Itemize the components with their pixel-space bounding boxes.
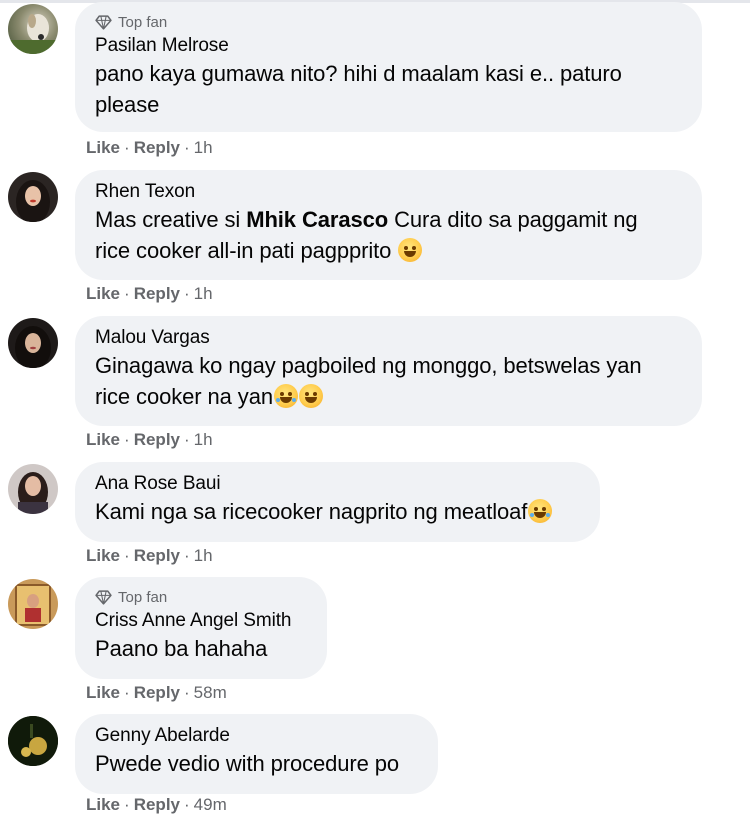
comment-bubble: Ana Rose Baui Kami nga sa ricecooker nag…	[75, 462, 600, 542]
reply-button[interactable]: Reply	[134, 430, 180, 450]
comment-author[interactable]: Ana Rose Baui	[95, 472, 580, 496]
diamond-icon	[95, 14, 112, 30]
like-button[interactable]: Like	[86, 546, 120, 566]
comment-text-line: rice cooker na yan	[95, 381, 682, 412]
avatar[interactable]	[8, 716, 58, 766]
comment-text-line: Mas creative si Mhik Carasco Cura dito s…	[95, 204, 682, 235]
comment-text-line: please	[95, 92, 160, 117]
avatar-person-image	[15, 584, 51, 626]
mention-link[interactable]: Mhik Carasco	[246, 207, 388, 232]
separator: ·	[184, 546, 190, 565]
comment-text: Paano ba hahaha	[95, 633, 307, 664]
comment-author[interactable]: Rhen Texon	[95, 180, 682, 204]
reply-button[interactable]: Reply	[134, 138, 180, 158]
avatar-photo-image	[8, 716, 58, 766]
comment-text: pano kaya gumawa nito? hihi d maalam kas…	[95, 58, 682, 120]
comment-actions: Like · Reply · 1h	[86, 284, 213, 304]
grinning-face-emoji	[298, 384, 323, 408]
comment-timestamp[interactable]: 1h	[194, 546, 213, 566]
reply-button[interactable]: Reply	[134, 683, 180, 703]
comment-text-line: Pwede vedio with procedure po	[95, 751, 400, 776]
comment-actions: Like · Reply · 49m	[86, 795, 227, 815]
comment-text-line: rice cooker all-in pati pagpprito	[95, 235, 682, 266]
diamond-icon	[95, 589, 112, 605]
like-button[interactable]: Like	[86, 795, 120, 815]
comment-text: Pwede vedio with procedure po	[95, 748, 418, 779]
tears-of-joy-emoji	[273, 384, 298, 408]
comment-text: Kami nga sa ricecooker nagprito ng meatl…	[95, 496, 580, 527]
separator: ·	[124, 430, 130, 449]
separator: ·	[124, 683, 130, 702]
comment-bubble: Genny Abelarde Pwede vedio with procedur…	[75, 714, 438, 794]
comment-author[interactable]: Malou Vargas	[95, 326, 682, 350]
separator: ·	[184, 430, 190, 449]
comment-timestamp[interactable]: 58m	[194, 683, 227, 703]
comment-text-part: rice cooker na yan	[95, 384, 273, 409]
comment-timestamp[interactable]: 1h	[194, 430, 213, 450]
avatar-person-image	[15, 326, 51, 368]
comment-actions: Like · Reply · 1h	[86, 430, 213, 450]
separator: ·	[124, 138, 130, 157]
avatar[interactable]	[8, 172, 58, 222]
like-button[interactable]: Like	[86, 284, 120, 304]
comment-timestamp[interactable]: 1h	[194, 138, 213, 158]
comment-actions: Like · Reply · 58m	[86, 683, 227, 703]
comment-bubble: Rhen Texon Mas creative si Mhik Carasco …	[75, 170, 702, 280]
comment-bubble: Malou Vargas Ginagawa ko ngay pagboiled …	[75, 316, 702, 426]
comment-text-line: Kami nga sa ricecooker nagprito ng meatl…	[95, 496, 580, 527]
comment-timestamp[interactable]: 1h	[194, 284, 213, 304]
avatar[interactable]	[8, 464, 58, 514]
separator: ·	[124, 546, 130, 565]
like-button[interactable]: Like	[86, 138, 120, 158]
like-button[interactable]: Like	[86, 430, 120, 450]
comment-author[interactable]: Pasilan Melrose	[95, 34, 682, 58]
badge-label: Top fan	[118, 588, 168, 606]
comment-author[interactable]: Genny Abelarde	[95, 724, 418, 748]
comment-bubble: Top fan Criss Anne Angel Smith Paano ba …	[75, 577, 327, 679]
comment-author[interactable]: Criss Anne Angel Smith	[95, 609, 307, 633]
comment-actions: Like · Reply · 1h	[86, 546, 213, 566]
comment-timestamp[interactable]: 49m	[194, 795, 227, 815]
avatar[interactable]	[8, 4, 58, 54]
comment-actions: Like · Reply · 1h	[86, 138, 213, 158]
avatar[interactable]	[8, 318, 58, 368]
reply-button[interactable]: Reply	[134, 546, 180, 566]
avatar-dog-image	[8, 14, 58, 54]
comment-text-part: Kami nga sa ricecooker nagprito ng meatl…	[95, 499, 528, 524]
top-fan-badge: Top fan	[95, 12, 682, 32]
tears-of-joy-emoji	[528, 499, 553, 523]
top-fan-badge: Top fan	[95, 587, 307, 607]
comment-text-part: Mas creative si	[95, 207, 247, 232]
reply-button[interactable]: Reply	[134, 284, 180, 304]
badge-label: Top fan	[118, 13, 168, 31]
comment-text-part: rice cooker all-in pati pagpprito	[95, 238, 398, 263]
avatar-person-image	[18, 472, 48, 514]
comment-text-line: Paano ba hahaha	[95, 636, 268, 661]
comment-text-line: Ginagawa ko ngay pagboiled ng monggo, be…	[95, 353, 642, 378]
comment-bubble: Top fan Pasilan Melrose pano kaya gumawa…	[75, 2, 702, 132]
hugging-face-emoji	[398, 238, 423, 262]
comment-text-line: pano kaya gumawa nito? hihi d maalam kas…	[95, 61, 622, 86]
comment-text: Mas creative si Mhik Carasco Cura dito s…	[95, 204, 682, 266]
separator: ·	[124, 795, 130, 814]
like-button[interactable]: Like	[86, 683, 120, 703]
separator: ·	[184, 683, 190, 702]
separator: ·	[184, 138, 190, 157]
comment-text-part: Cura dito sa paggamit ng	[388, 207, 638, 232]
comment-text: Ginagawa ko ngay pagboiled ng monggo, be…	[95, 350, 682, 412]
separator: ·	[184, 284, 190, 303]
reply-button[interactable]: Reply	[134, 795, 180, 815]
avatar[interactable]	[8, 579, 58, 629]
separator: ·	[124, 284, 130, 303]
avatar-person-image	[16, 180, 50, 222]
separator: ·	[184, 795, 190, 814]
